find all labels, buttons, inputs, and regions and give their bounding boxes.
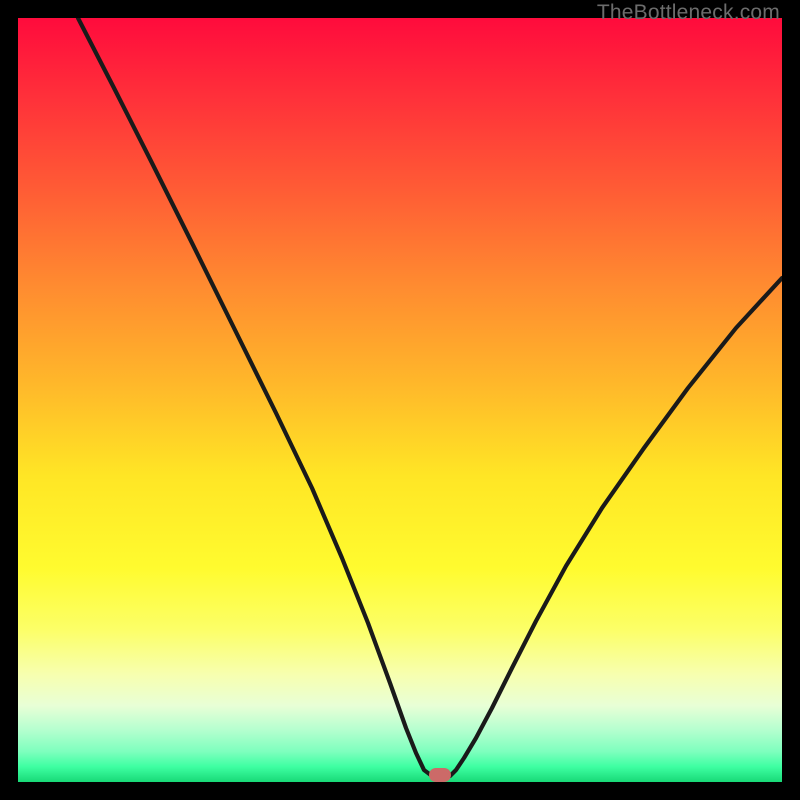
optimum-marker <box>429 768 451 782</box>
watermark-text: TheBottleneck.com <box>597 1 780 25</box>
chart-frame: TheBottleneck.com <box>0 0 800 800</box>
bottleneck-curve <box>18 18 782 782</box>
plot-area <box>18 18 782 782</box>
